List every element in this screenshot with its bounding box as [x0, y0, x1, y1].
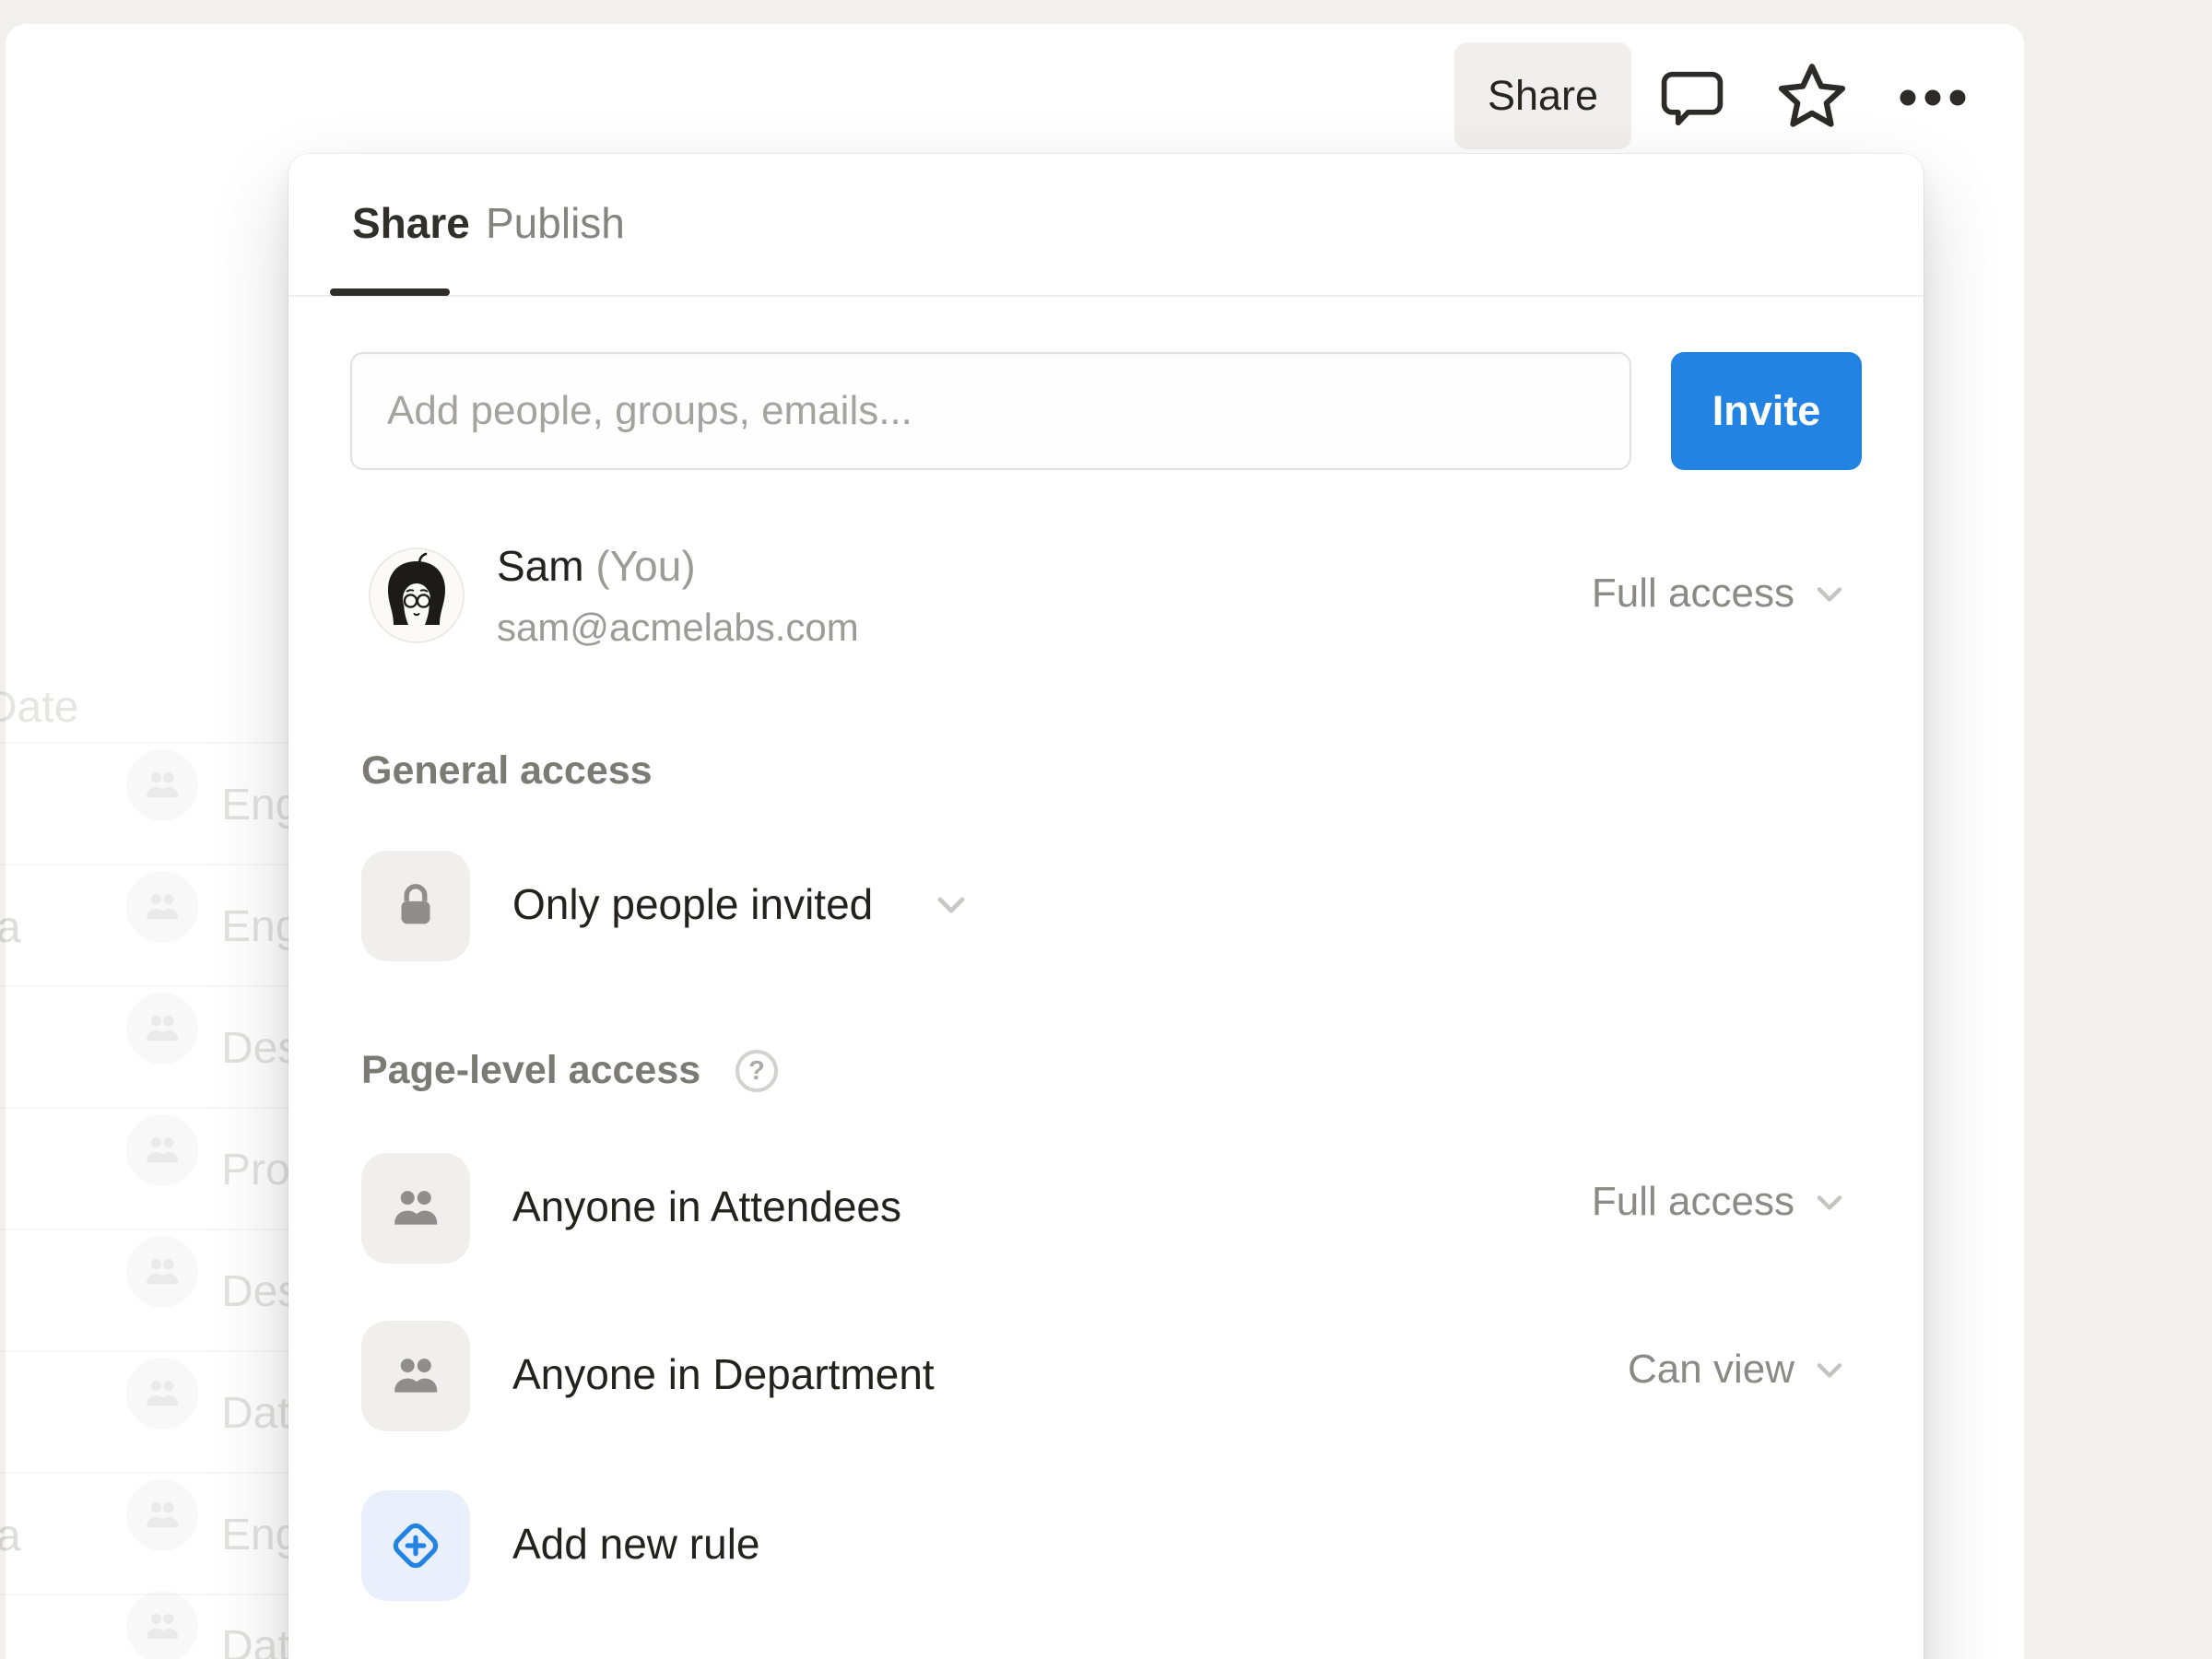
chevron-down-icon[interactable] [929, 882, 973, 926]
tab-publish[interactable]: Publish [486, 198, 625, 248]
member-access-value: Full access [1592, 571, 1794, 617]
bg-people-group-icon [126, 1236, 198, 1308]
rule-access-dropdown[interactable]: Full access [1592, 1179, 1850, 1225]
dialog-tabs: Share Publish [288, 154, 1924, 297]
tab-share[interactable]: Share [352, 198, 470, 248]
bg-people-group-icon [126, 1114, 198, 1186]
general-access-selector[interactable]: Only people invited [512, 879, 873, 929]
member-access-dropdown[interactable]: Full access [1592, 571, 1850, 617]
bg-text-fragment: a [0, 902, 21, 953]
topbar-share-label: Share [1488, 72, 1598, 120]
add-people-input[interactable] [350, 352, 1631, 470]
people-group-icon [361, 1153, 470, 1264]
add-new-rule-button[interactable]: Add new rule [512, 1519, 760, 1569]
comment-icon[interactable] [1657, 63, 1727, 133]
bg-people-group-icon [126, 749, 198, 821]
bg-row-label: Pro [221, 1145, 290, 1195]
active-tab-underline [330, 288, 450, 296]
lock-icon [361, 851, 470, 961]
share-dialog: Share Publish Invite Sam (You) sam@acmel… [288, 154, 1924, 1659]
rule-access-value: Can view [1628, 1347, 1794, 1393]
general-access-heading: General access [361, 748, 653, 794]
page-level-access-heading: Page-level access [361, 1048, 700, 1093]
rule-label: Anyone in Attendees [512, 1182, 901, 1231]
people-group-icon [361, 1321, 470, 1431]
more-options-icon[interactable] [1897, 79, 1969, 116]
bg-row-label: Dat [221, 1621, 290, 1659]
bg-people-group-icon [126, 871, 198, 943]
member-you-suffix: (You) [595, 542, 695, 590]
rule-access-value: Full access [1592, 1179, 1794, 1225]
member-email: sam@acmelabs.com [497, 606, 859, 650]
bg-row-label: Dat [221, 1388, 290, 1439]
star-icon[interactable] [1771, 57, 1853, 138]
help-icon[interactable]: ? [735, 1050, 778, 1092]
topbar-share-button[interactable]: Share [1454, 42, 1631, 149]
bg-people-group-icon [126, 1479, 198, 1551]
chevron-down-icon [1809, 1182, 1850, 1222]
bg-people-group-icon [126, 1591, 198, 1659]
bg-people-group-icon [126, 993, 198, 1065]
invite-button[interactable]: Invite [1671, 352, 1862, 470]
member-name: Sam [497, 542, 584, 590]
bg-column-header-date: Date [0, 682, 78, 733]
rule-access-dropdown[interactable]: Can view [1628, 1347, 1850, 1393]
chevron-down-icon [1809, 573, 1850, 614]
avatar [371, 549, 463, 641]
bg-people-group-icon [126, 1358, 198, 1430]
rule-label: Anyone in Department [512, 1349, 935, 1399]
member-name-line: Sam (You) [497, 541, 696, 591]
chevron-down-icon [1809, 1349, 1850, 1390]
bg-text-fragment: a [0, 1511, 21, 1561]
add-rule-icon[interactable] [361, 1490, 470, 1601]
invite-button-label: Invite [1712, 387, 1821, 435]
